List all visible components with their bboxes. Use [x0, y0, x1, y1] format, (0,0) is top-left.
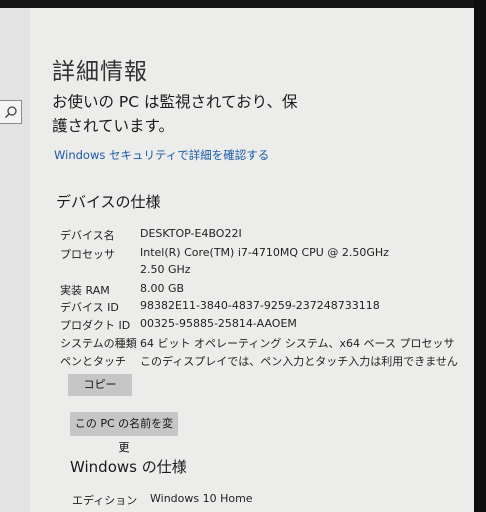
spec-label-device-id: デバイス ID — [60, 301, 119, 314]
spec-label-edition: エディション — [72, 494, 138, 507]
spec-label-device-name: デバイス名 — [60, 229, 115, 242]
spec-label-product-id: プロダクト ID — [60, 319, 131, 332]
spec-value-pen-touch: このディスプレイでは、ペン入力とタッチ入力は利用できません — [140, 355, 458, 368]
screen-bezel-right — [474, 0, 486, 512]
copy-button[interactable]: コピー — [68, 374, 132, 396]
spec-label-ram: 実装 RAM — [60, 284, 110, 297]
security-details-link[interactable]: Windows セキュリティで詳細を確認する — [54, 147, 269, 163]
search-icon — [5, 106, 17, 118]
search-box[interactable] — [0, 100, 22, 124]
spec-value-edition: Windows 10 Home — [150, 492, 253, 505]
settings-sidebar — [0, 8, 30, 512]
windows-specs-heading: Windows の仕様 — [70, 458, 187, 476]
device-specs-heading: デバイスの仕様 — [56, 193, 161, 211]
page-title: 詳細情報 — [52, 59, 148, 85]
protection-status-text: お使いの PC は監視されており、保護されています。 — [52, 93, 298, 135]
rename-pc-button[interactable]: この PC の名前を変更 — [70, 412, 178, 454]
spec-value-processor: Intel(R) Core(TM) i7-4710MQ CPU @ 2.50GH… — [140, 246, 389, 276]
spec-value-ram: 8.00 GB — [140, 282, 185, 295]
spec-value-system-type: 64 ビット オペレーティング システム、x64 ベース プロセッサ — [140, 337, 455, 350]
spec-value-device-id: 98382E11-3840-4837-9259-237248733118 — [140, 299, 380, 312]
spec-value-product-id: 00325-95885-25814-AAOEM — [140, 317, 297, 330]
spec-label-system-type: システムの種類 — [60, 337, 137, 350]
spec-label-processor: プロセッサ — [60, 248, 115, 261]
spec-value-device-name: DESKTOP-E4BO22I — [140, 227, 242, 240]
spec-label-pen-touch: ペンとタッチ — [60, 355, 126, 368]
about-page: 詳細情報 お使いの PC は監視されており、保護されています。 Windows … — [30, 8, 474, 512]
